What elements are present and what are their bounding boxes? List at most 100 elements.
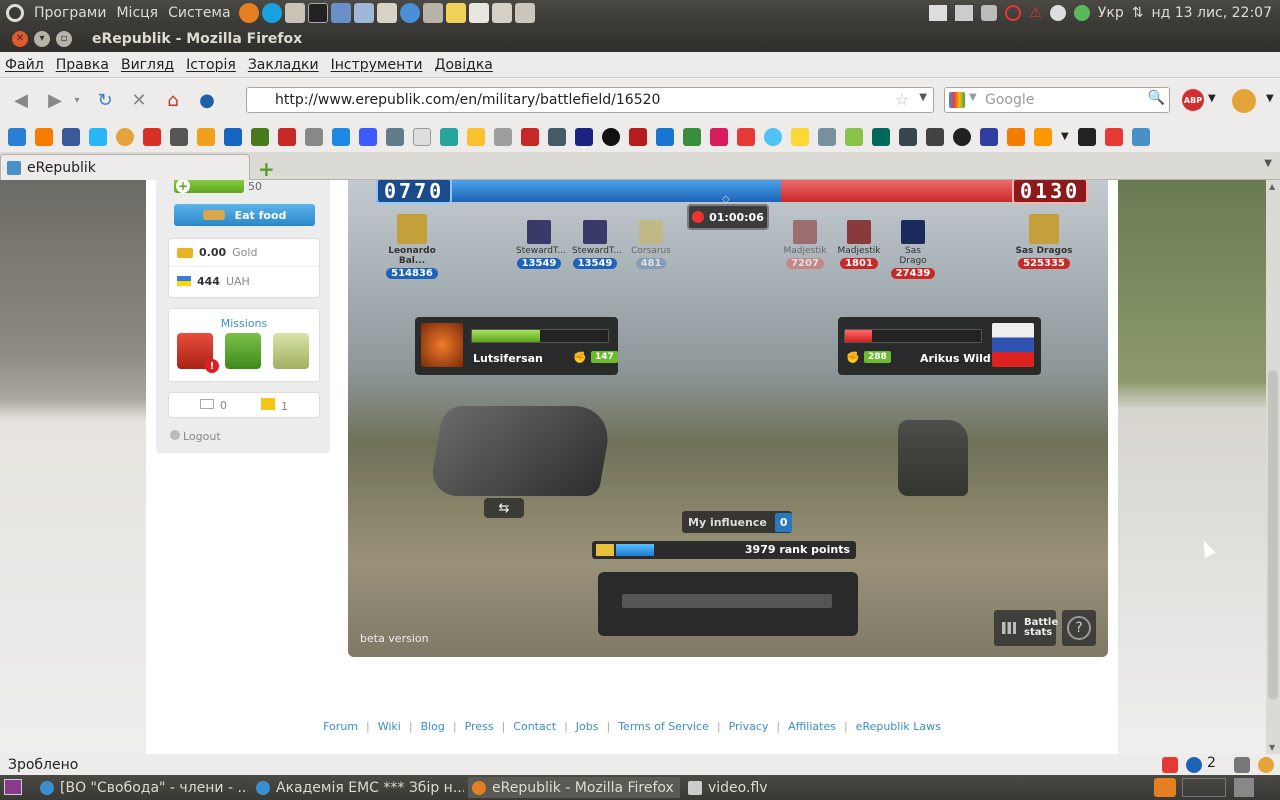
left-hero-1[interactable]: Leonardo Bal... 514836 [374, 214, 450, 279]
robot-launcher-icon[interactable] [376, 2, 397, 23]
right-hero-1[interactable]: Madjestik 7207 [782, 220, 828, 269]
footer-link-contact[interactable]: Contact [513, 720, 556, 750]
bookmark-blogger-icon[interactable] [35, 127, 53, 146]
menu-view[interactable]: Вигляд [121, 57, 174, 73]
search-icon[interactable]: 🔍 [1148, 90, 1165, 106]
system-menu[interactable]: Система [168, 5, 230, 21]
bookmark-game-icon[interactable] [683, 127, 701, 146]
editor-launcher-icon[interactable] [514, 2, 535, 23]
volume-icon[interactable] [981, 4, 998, 21]
bookmark-hh-icon[interactable] [818, 127, 836, 146]
bookmark-steam-icon[interactable] [926, 127, 944, 146]
taskbar-window-4[interactable]: video.flv [684, 777, 896, 798]
sort-arrows-icon[interactable]: ⇅ [1132, 5, 1144, 21]
bookmark-rss-icon[interactable] [1034, 127, 1052, 146]
scroll-up-icon[interactable]: ▲ [1269, 182, 1275, 191]
engine-dropdown-icon[interactable]: ▼ [969, 92, 977, 103]
calculator-launcher-icon[interactable] [422, 2, 443, 23]
battle-stats-button[interactable]: Battle stats [994, 610, 1058, 646]
menu-help[interactable]: Довідка [435, 57, 493, 73]
bookmark-user-icon[interactable] [980, 127, 998, 146]
bookmark-twitter-icon[interactable] [89, 127, 107, 146]
chart-launcher-icon[interactable] [353, 2, 374, 23]
bookmark-k-icon[interactable] [521, 127, 539, 146]
rss-dropdown-icon[interactable]: ▼ [1061, 131, 1069, 142]
right-hero-2[interactable]: Madjestik 1801 [836, 220, 882, 269]
spreadsheet-launcher-icon[interactable] [491, 2, 512, 23]
reload-icon[interactable]: ↻ [92, 87, 118, 113]
bookmark-flame-icon[interactable] [1104, 127, 1123, 146]
places-menu[interactable]: Місця [116, 5, 158, 21]
home-icon[interactable]: ⌂ [160, 87, 186, 113]
bookmark-trident-icon[interactable] [224, 127, 242, 146]
bookmark-gmail-icon[interactable] [143, 127, 161, 146]
notes-launcher-icon[interactable] [445, 2, 466, 23]
close-window-button[interactable]: ✕ [12, 30, 28, 47]
clock[interactable]: нд 13 лис, 22:07 [1151, 5, 1272, 21]
bookmark-emblem-icon[interactable] [467, 127, 485, 146]
tab-list-dropdown-icon[interactable]: ▼ [1264, 158, 1272, 169]
menu-history[interactable]: Історія [186, 57, 236, 73]
menu-file[interactable]: Файл [5, 57, 44, 73]
footer-link-blog[interactable]: Blog [421, 720, 445, 750]
footer-link-terms[interactable]: Terms of Service [618, 720, 709, 750]
new-tab-plus-icon[interactable]: + [258, 157, 275, 181]
forward-arrow-icon[interactable]: ▶ [42, 87, 68, 113]
mission-star-icon[interactable] [225, 333, 261, 369]
bookmark-github-icon[interactable] [953, 127, 971, 146]
globe-launcher-icon[interactable] [399, 2, 420, 23]
bookmark-facebook-icon[interactable] [62, 127, 80, 146]
left-hero-2[interactable]: StewardT... 13549 [516, 220, 566, 269]
alerts-counter[interactable]: 1 [261, 397, 288, 413]
app-globe-icon[interactable]: ● [194, 87, 220, 113]
app-launcher-icon[interactable] [284, 2, 305, 23]
fight-panel[interactable] [598, 572, 858, 636]
left-hero-4[interactable]: Corsarus 481 [628, 220, 674, 269]
eat-food-button[interactable]: Eat food [174, 204, 315, 226]
url-dropdown-icon[interactable]: ▼ [919, 92, 927, 103]
vertical-scrollbar[interactable]: ▲ ▼ [1266, 180, 1280, 754]
footer-link-wiki[interactable]: Wiki [378, 720, 401, 750]
bookmark-h-icon[interactable] [251, 127, 269, 146]
bookmark-chart-icon[interactable] [494, 127, 512, 146]
bookmark-bird-icon[interactable] [872, 127, 890, 146]
logout-link[interactable]: Logout [170, 430, 221, 443]
footer-link-forum[interactable]: Forum [323, 720, 358, 750]
messenger-icon[interactable] [1073, 4, 1090, 21]
bookmark-ml-icon[interactable] [278, 127, 296, 146]
bookmark-face-icon[interactable] [116, 127, 134, 146]
bookmark-building-icon[interactable] [440, 127, 458, 146]
warning-icon[interactable]: ⚠ [1029, 5, 1042, 21]
power-icon[interactable] [1005, 4, 1022, 21]
addon-globe-icon[interactable] [1186, 757, 1202, 773]
stop-icon[interactable]: ✕ [126, 87, 152, 113]
bookmark-youtube-icon[interactable] [737, 127, 755, 146]
adblock-icon[interactable]: ABP [1182, 89, 1204, 111]
url-bar[interactable]: http://www.erepublik.com/en/military/bat… [246, 87, 934, 113]
keyboard-layout-indicator[interactable]: Укр [1098, 5, 1124, 21]
show-desktop-icon[interactable] [4, 779, 22, 795]
document-launcher-icon[interactable] [468, 2, 489, 23]
bookmark-sky-icon[interactable] [764, 127, 782, 146]
change-weapon-icon[interactable]: ⇆ [484, 498, 524, 518]
google-engine-icon[interactable] [949, 92, 965, 108]
bookmark-zz-icon[interactable] [548, 127, 566, 146]
menu-edit[interactable]: Правка [56, 57, 109, 73]
workspace-switcher[interactable] [1182, 778, 1226, 797]
bookmark-arrows-icon[interactable] [386, 127, 404, 146]
scrollbar-thumb[interactable] [1268, 370, 1278, 700]
footer-link-privacy[interactable]: Privacy [729, 720, 769, 750]
bookmark-20-icon[interactable] [575, 127, 593, 146]
bookmark-feather-icon[interactable] [305, 127, 323, 146]
bookmark-star-icon[interactable]: ☆ [895, 90, 909, 109]
bookmark-news-icon[interactable] [656, 127, 674, 146]
bookmark-a-icon[interactable] [1077, 127, 1096, 146]
bookmark-blogger2-icon[interactable] [1007, 127, 1025, 146]
right-hero-4[interactable]: Sas Dragos 525335 [1008, 214, 1080, 269]
bookmark-hand-icon[interactable] [359, 127, 377, 146]
network-icon[interactable] [1049, 4, 1066, 21]
trash-icon[interactable] [1234, 778, 1254, 797]
greasemonkey-dropdown-icon[interactable]: ▼ [1266, 93, 1274, 104]
firefox-launcher-icon[interactable] [238, 2, 259, 23]
bookmark-erepublik-icon[interactable] [1131, 127, 1150, 146]
